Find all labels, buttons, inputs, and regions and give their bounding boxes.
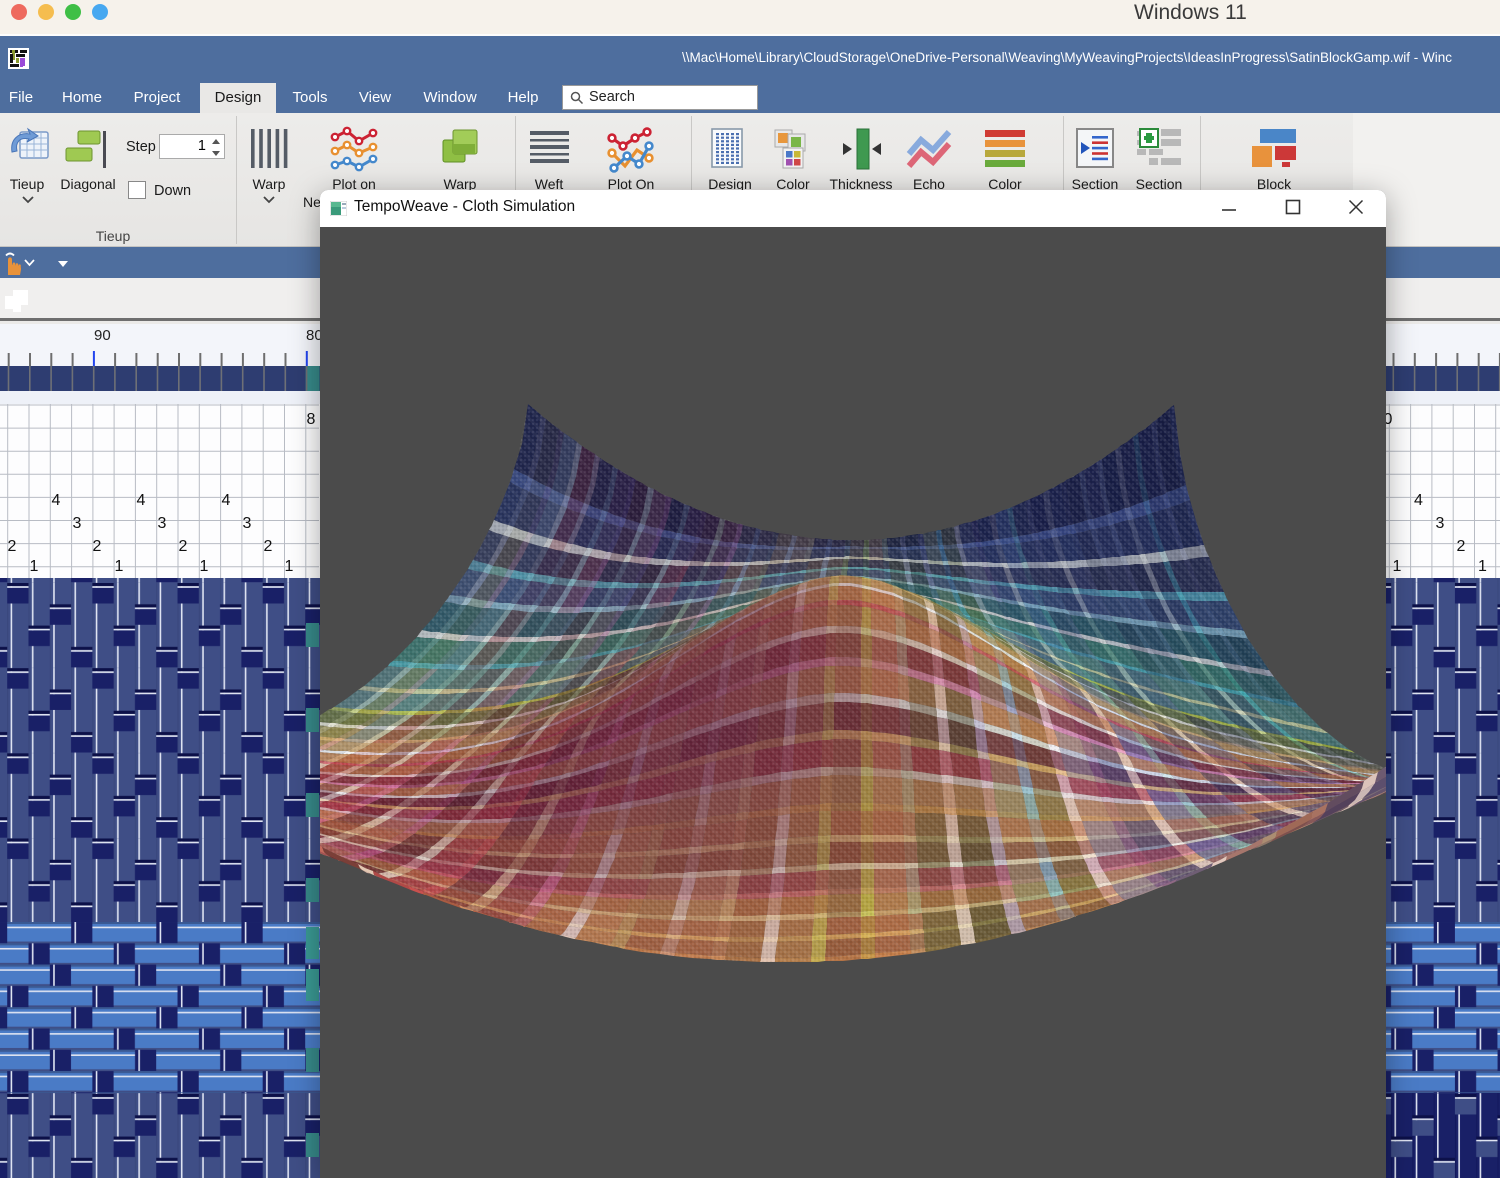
svg-text:3: 3 <box>158 515 167 532</box>
svg-text:1: 1 <box>200 558 209 575</box>
svg-text:3: 3 <box>1436 515 1445 532</box>
svg-text:1: 1 <box>115 558 124 575</box>
svg-text:2: 2 <box>1457 538 1466 555</box>
svg-text:1: 1 <box>1478 558 1487 575</box>
svg-text:4: 4 <box>137 492 146 509</box>
svg-text:2: 2 <box>8 538 17 555</box>
svg-text:1: 1 <box>30 558 39 575</box>
svg-text:2: 2 <box>179 538 188 555</box>
svg-text:8: 8 <box>307 411 316 428</box>
svg-text:4: 4 <box>1414 492 1423 509</box>
svg-text:1: 1 <box>1393 558 1402 575</box>
svg-text:2: 2 <box>93 538 102 555</box>
svg-text:1: 1 <box>285 558 294 575</box>
svg-text:4: 4 <box>222 492 231 509</box>
svg-text:4: 4 <box>52 492 61 509</box>
svg-text:3: 3 <box>73 515 82 532</box>
svg-text:3: 3 <box>243 515 252 532</box>
svg-text:2: 2 <box>264 538 273 555</box>
